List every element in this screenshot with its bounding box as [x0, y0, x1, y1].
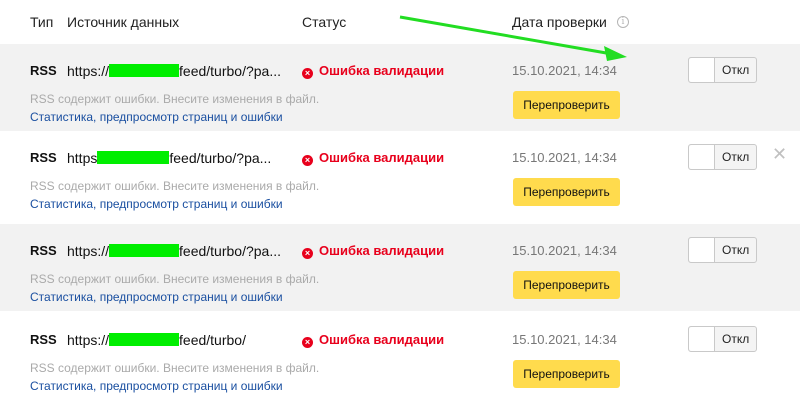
- table-header: Тип Источник данных Статус Дата проверки…: [0, 0, 800, 44]
- table-row: RSS https feed/turbo/?pa... × Ошибка валид…: [0, 131, 800, 218]
- toggle-label: Откл: [722, 150, 750, 164]
- error-circle-icon: ×: [302, 337, 313, 348]
- redaction-block: [109, 244, 180, 257]
- row-description: RSS содержит ошибки. Внесите изменения в…: [30, 92, 320, 106]
- row-description: RSS содержит ошибки. Внесите изменения в…: [30, 272, 320, 286]
- error-circle-icon: ×: [302, 248, 313, 259]
- toggle-knob: [689, 238, 715, 262]
- column-source: Источник данных: [67, 14, 180, 30]
- redaction-block: [109, 333, 180, 346]
- stats-preview-link[interactable]: Статистика, предпросмотр страниц и ошибк…: [30, 290, 283, 304]
- status-error: × Ошибка валидации: [302, 63, 444, 79]
- error-circle-icon: ×: [302, 155, 313, 166]
- table-row: RSS https://feed/turbo/?pa... × Ошибка ва…: [0, 44, 800, 131]
- row-url: https://feed/turbo/?pa...: [67, 63, 281, 79]
- row-description: RSS содержит ошибки. Внесите изменения в…: [30, 361, 320, 375]
- recheck-button[interactable]: Перепроверить: [513, 91, 620, 119]
- status-error: × Ошибка валидации: [302, 150, 444, 166]
- toggle-knob: [689, 145, 715, 169]
- check-date: 15.10.2021, 14:34: [512, 150, 617, 165]
- check-date: 15.10.2021, 14:34: [512, 332, 617, 347]
- stats-preview-link[interactable]: Статистика, предпросмотр страниц и ошибк…: [30, 110, 283, 124]
- column-type: Тип: [30, 14, 54, 30]
- toggle-label: Откл: [722, 63, 750, 77]
- toggle-label: Откл: [722, 243, 750, 257]
- toggle-knob: [689, 327, 715, 351]
- recheck-button[interactable]: Перепроверить: [513, 178, 620, 206]
- row-type: RSS: [30, 243, 57, 258]
- toggle-switch[interactable]: Откл: [688, 144, 757, 170]
- column-status: Статус: [302, 14, 347, 30]
- row-type: RSS: [30, 63, 57, 78]
- toggle-switch[interactable]: Откл: [688, 326, 757, 352]
- check-date: 15.10.2021, 14:34: [512, 243, 617, 258]
- toggle-switch[interactable]: Откл: [688, 57, 757, 83]
- row-type: RSS: [30, 150, 57, 165]
- check-date: 15.10.2021, 14:34: [512, 63, 617, 78]
- close-icon[interactable]: ✕: [772, 145, 787, 163]
- row-url: https://feed/turbo/?pa...: [67, 243, 281, 259]
- row-description: RSS содержит ошибки. Внесите изменения в…: [30, 179, 320, 193]
- redaction-block: [109, 64, 180, 77]
- row-url: https feed/turbo/?pa...: [67, 150, 272, 166]
- column-date: Дата проверки: [512, 14, 607, 30]
- status-error: × Ошибка валидации: [302, 332, 444, 348]
- table-row: RSS https://feed/turbo/ × Ошибка валидаци…: [0, 313, 800, 400]
- row-type: RSS: [30, 332, 57, 347]
- toggle-switch[interactable]: Откл: [688, 237, 757, 263]
- error-circle-icon: ×: [302, 68, 313, 79]
- row-url: https://feed/turbo/: [67, 332, 246, 348]
- table-row: RSS https://feed/turbo/?pa... × Ошибка ва…: [0, 224, 800, 311]
- status-error: × Ошибка валидации: [302, 243, 444, 259]
- stats-preview-link[interactable]: Статистика, предпросмотр страниц и ошибк…: [30, 197, 283, 211]
- toggle-label: Откл: [722, 332, 750, 346]
- stats-preview-link[interactable]: Статистика, предпросмотр страниц и ошибк…: [30, 379, 283, 393]
- recheck-button[interactable]: Перепроверить: [513, 360, 620, 388]
- toggle-knob: [689, 58, 715, 82]
- recheck-button[interactable]: Перепроверить: [513, 271, 620, 299]
- redaction-block: [97, 151, 170, 164]
- info-icon[interactable]: i: [617, 16, 629, 28]
